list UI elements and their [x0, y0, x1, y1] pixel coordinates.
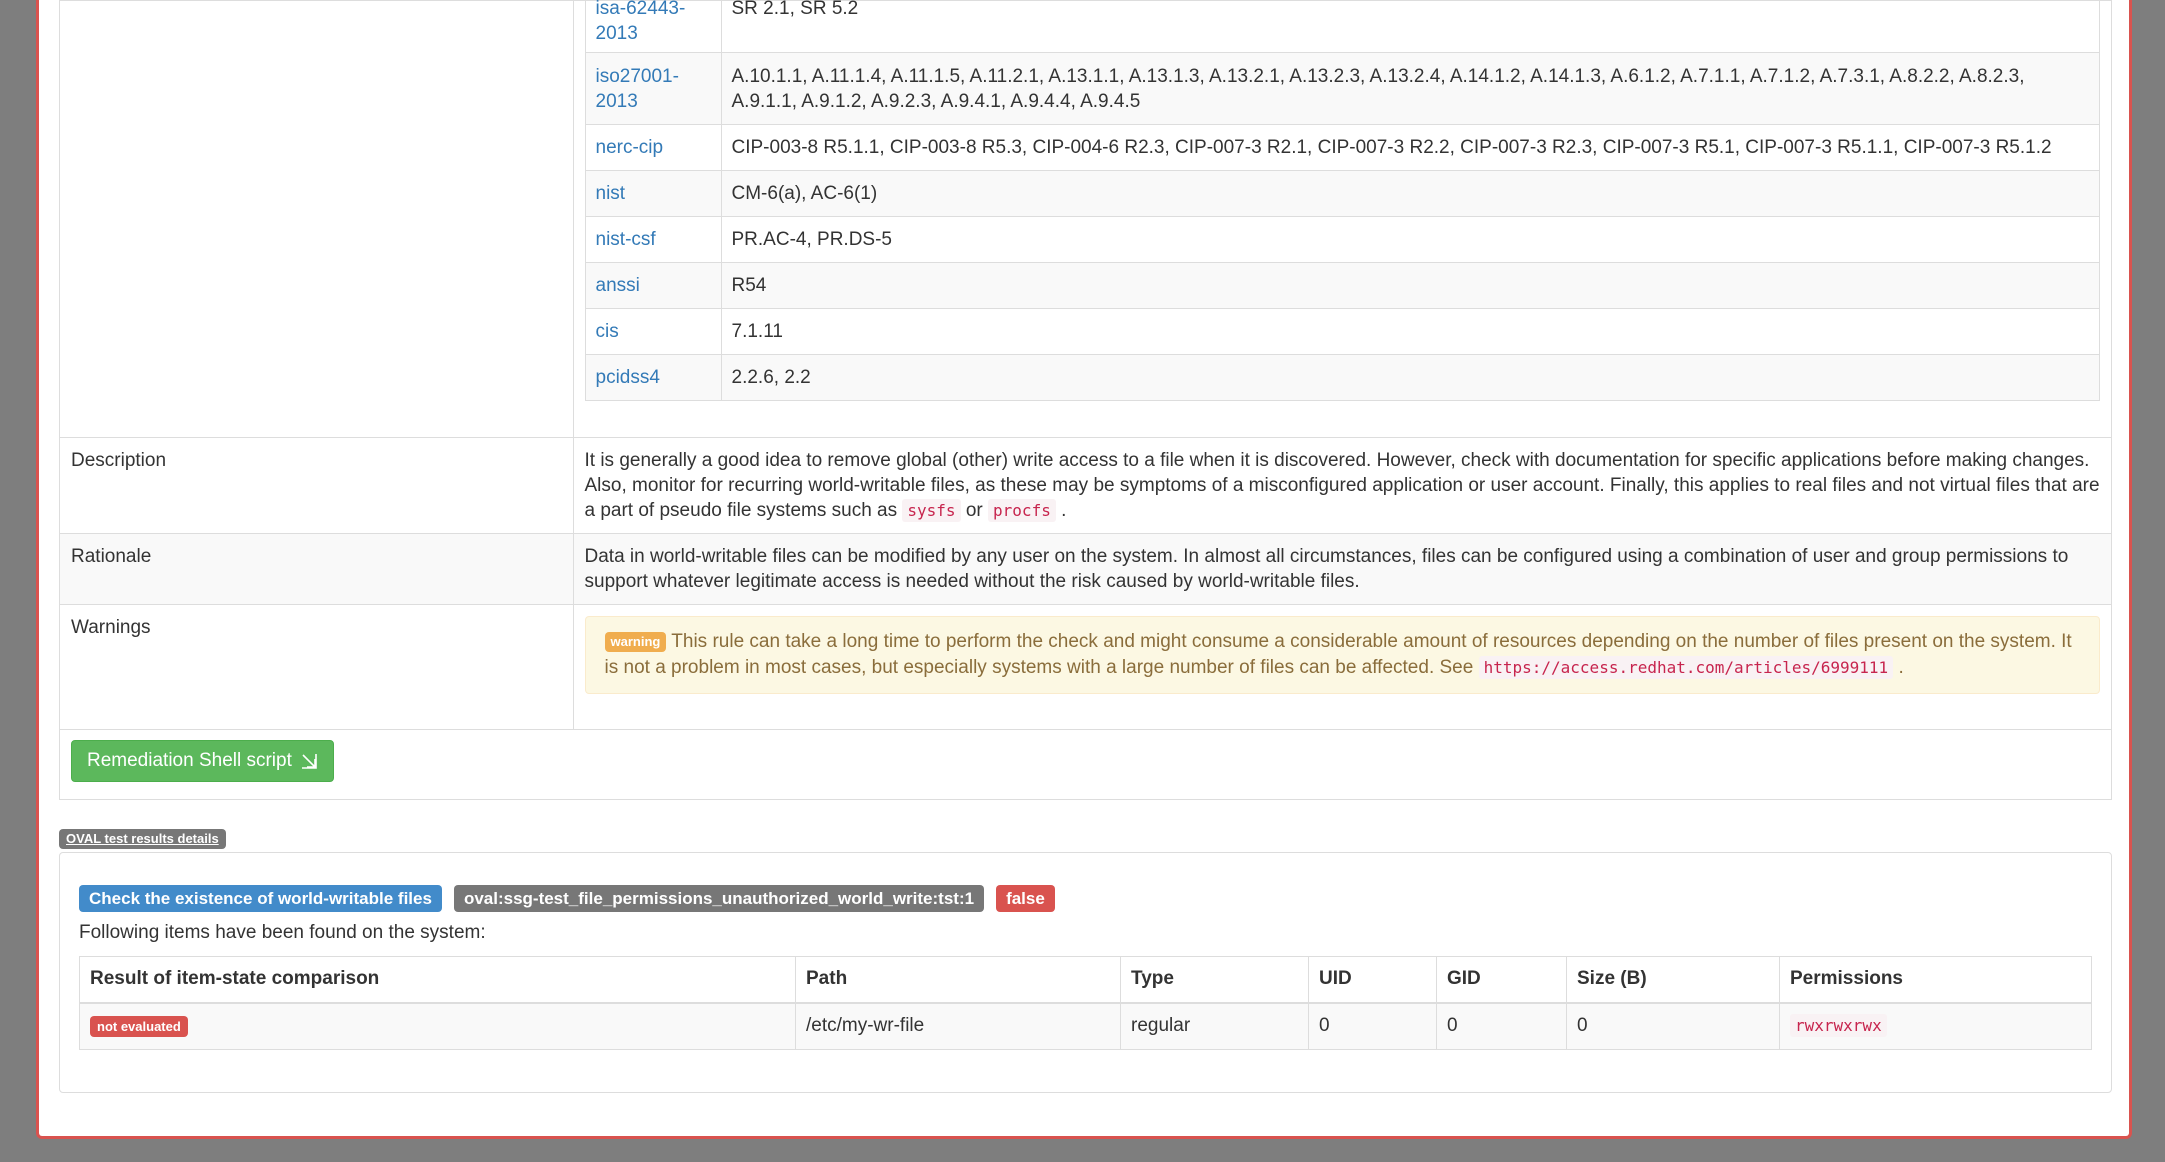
reference-link-pcidss4[interactable]: pcidss4: [596, 367, 660, 388]
reference-value: 7.1.11: [720, 308, 2100, 355]
reference-name-cell: pcidss4: [584, 354, 722, 401]
reference-row: iso27001-2013 A.10.1.1, A.11.1.4, A.11.1…: [584, 52, 2100, 125]
references-cell: isa-62443-2013 SR 2.1, SR 5.2 iso27001-2…: [573, 0, 2111, 438]
reference-value: CIP-003-8 R5.1.1, CIP-003-8 R5.3, CIP-00…: [720, 124, 2100, 171]
description-text-before: It is generally a good idea to remove gl…: [584, 450, 2100, 521]
column-header: Size (B): [1566, 956, 1780, 1004]
uid-cell: 0: [1308, 1002, 1437, 1050]
reference-value: SR 2.1, SR 5.2: [720, 0, 2100, 53]
reference-name-cell: nist-csf: [584, 216, 722, 263]
reference-link-isa-62443-2013[interactable]: isa-62443-2013: [596, 0, 686, 44]
warning-badge: warning: [604, 631, 667, 652]
reference-name-cell: nist: [584, 170, 722, 217]
column-header: GID: [1436, 956, 1567, 1004]
reference-value: 2.2.6, 2.2: [720, 354, 2100, 401]
reference-value: R54: [720, 262, 2100, 309]
warnings-cell: warning This rule can take a long time t…: [573, 604, 2111, 730]
items-table: Result of item-state comparison Path Typ…: [79, 956, 2092, 1050]
reference-row: isa-62443-2013 SR 2.1, SR 5.2: [584, 0, 2100, 53]
reference-link-nerc-cip[interactable]: nerc-cip: [596, 137, 664, 158]
column-header: UID: [1308, 956, 1437, 1004]
description-text: It is generally a good idea to remove gl…: [573, 437, 2111, 534]
references-table: isa-62443-2013 SR 2.1, SR 5.2 iso27001-2…: [584, 0, 2101, 401]
warning-url: https://access.redhat.com/articles/69991…: [1478, 656, 1894, 679]
warnings-row: Warnings warning This rule can take a lo…: [60, 604, 2111, 730]
size-cell: 0: [1566, 1002, 1780, 1050]
reference-row: anssi R54: [584, 262, 2100, 309]
description-text-after: .: [1061, 500, 1067, 521]
reference-name-cell: nerc-cip: [584, 124, 722, 171]
remediation-cell: Remediation Shell script: [60, 729, 2111, 792]
remediation-button-label: Remediation Shell script: [87, 750, 292, 771]
rationale-label: Rationale: [60, 533, 574, 605]
rule-result-frame: isa-62443-2013 SR 2.1, SR 5.2 iso27001-2…: [36, 0, 2132, 1139]
remediation-shell-script-button[interactable]: Remediation Shell script: [71, 740, 334, 782]
expand-arrow-icon: [301, 754, 317, 769]
test-result-badge: false: [996, 885, 1055, 912]
type-cell: regular: [1120, 1002, 1309, 1050]
reference-link-iso27001-2013[interactable]: iso27001-2013: [596, 66, 679, 112]
rule-details-panel: isa-62443-2013 SR 2.1, SR 5.2 iso27001-2…: [59, 0, 2112, 800]
test-id-badge: oval:ssg-test_file_permissions_unauthori…: [453, 885, 985, 912]
remediation-row: Remediation Shell script: [60, 729, 2111, 792]
items-table-header: Result of item-state comparison Path Typ…: [79, 956, 2092, 1004]
warnings-label: Warnings: [60, 604, 574, 730]
state-cell: not evaluated: [79, 1002, 796, 1050]
reference-row: nist-csf PR.AC-4, PR.DS-5: [584, 216, 2100, 263]
reference-value: PR.AC-4, PR.DS-5: [720, 216, 2100, 263]
oval-test-header: Check the existence of world-writable fi…: [79, 885, 2092, 912]
references-label-cell: [60, 0, 574, 438]
rationale-text: Data in world-writable files can be modi…: [573, 533, 2111, 605]
permissions-code: rwxrwxrwx: [1790, 1014, 1887, 1038]
oval-results-panel: Check the existence of world-writable fi…: [59, 852, 2112, 1093]
column-header: Type: [1120, 956, 1309, 1004]
reference-link-nist-csf[interactable]: nist-csf: [596, 229, 656, 250]
warning-text-after: .: [1898, 657, 1904, 678]
path-cell: /etc/my-wr-file: [795, 1002, 1121, 1050]
references-row: isa-62443-2013 SR 2.1, SR 5.2 iso27001-2…: [60, 0, 2111, 438]
permissions-cell: rwxrwxrwx: [1779, 1002, 2092, 1050]
reference-link-cis[interactable]: cis: [596, 321, 619, 342]
reference-row: pcidss4 2.2.6, 2.2: [584, 354, 2100, 401]
warning-alert: warning This rule can take a long time t…: [584, 616, 2100, 694]
column-header: Permissions: [1779, 956, 2092, 1004]
gid-cell: 0: [1436, 1002, 1567, 1050]
oval-results-toggle[interactable]: OVAL test results details: [59, 829, 226, 849]
reference-row: nerc-cip CIP-003-8 R5.1.1, CIP-003-8 R5.…: [584, 124, 2100, 171]
reference-link-anssi[interactable]: anssi: [596, 275, 640, 296]
reference-link-nist[interactable]: nist: [596, 183, 626, 204]
reference-row: nist CM-6(a), AC-6(1): [584, 170, 2100, 217]
reference-value: A.10.1.1, A.11.1.4, A.11.1.5, A.11.2.1, …: [720, 52, 2100, 125]
reference-name-cell: anssi: [584, 262, 722, 309]
description-row: Description It is generally a good idea …: [60, 437, 2111, 534]
reference-value: CM-6(a), AC-6(1): [720, 170, 2100, 217]
code-procfs: procfs: [988, 499, 1056, 522]
reference-name-cell: isa-62443-2013: [584, 0, 722, 53]
reference-name-cell: iso27001-2013: [584, 52, 722, 125]
reference-name-cell: cis: [584, 308, 722, 355]
rationale-row: Rationale Data in world-writable files c…: [60, 533, 2111, 605]
rule-details-table: isa-62443-2013 SR 2.1, SR 5.2 iso27001-2…: [60, 0, 2111, 792]
column-header: Result of item-state comparison: [79, 956, 796, 1004]
reference-row: cis 7.1.11: [584, 308, 2100, 355]
code-sysfs: sysfs: [902, 499, 961, 522]
column-header: Path: [795, 956, 1121, 1004]
items-found-text: Following items have been found on the s…: [79, 922, 486, 943]
description-text-mid: or: [965, 500, 983, 521]
state-badge: not evaluated: [90, 1015, 188, 1037]
table-row: not evaluated /etc/my-wr-file regular 0 …: [79, 1002, 2092, 1050]
description-label: Description: [60, 437, 574, 534]
check-title-badge: Check the existence of world-writable fi…: [79, 885, 442, 912]
